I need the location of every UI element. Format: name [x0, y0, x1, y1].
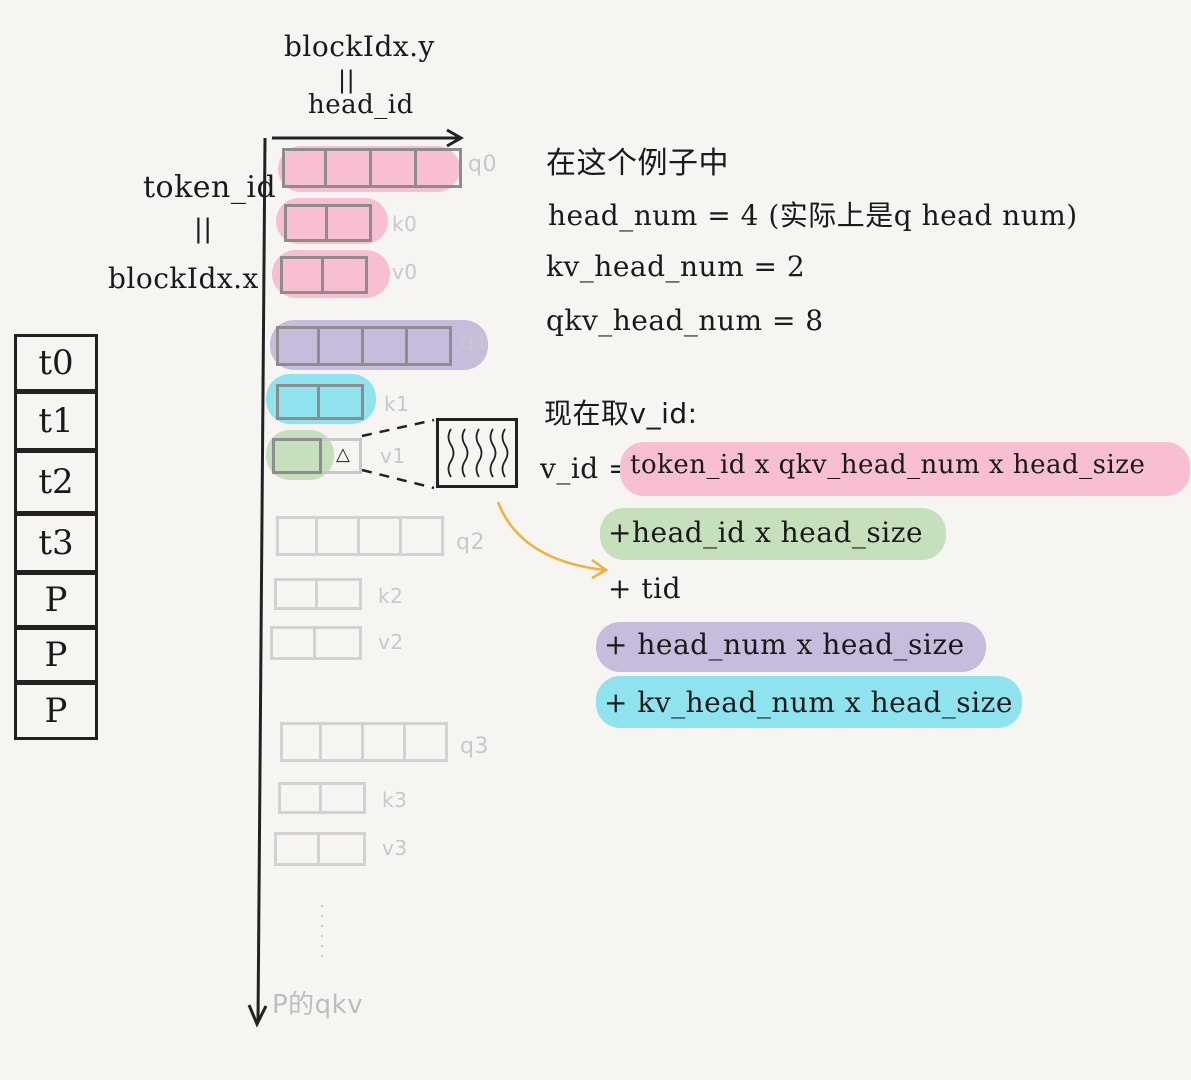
note-title: 在这个例子中 — [546, 146, 729, 181]
formula-term4: + head_num x head_size — [604, 628, 965, 661]
token-cell: t1 — [14, 391, 98, 451]
v0-block — [280, 256, 368, 294]
k1-block — [276, 384, 364, 420]
formula-term5: + kv_head_num x head_size — [604, 686, 1013, 719]
v2-label: v2 — [378, 630, 404, 654]
v3-label: v3 — [382, 836, 408, 860]
k2-block — [274, 578, 362, 610]
note-kv-head-num: kv_head_num = 2 — [546, 250, 806, 283]
q0-label: q0 — [468, 152, 497, 177]
formula-term3: + tid — [608, 572, 681, 605]
token-cell: P — [14, 627, 98, 683]
token-cell: P — [14, 682, 98, 740]
q3-block — [280, 722, 448, 762]
thread-zoom-box — [436, 418, 518, 488]
thread-wave-icon — [447, 428, 509, 478]
token-cell: t3 — [14, 513, 98, 573]
q0-block — [282, 148, 462, 188]
k0-block — [284, 204, 372, 242]
v2-block — [270, 626, 362, 660]
token-cell: P — [14, 572, 98, 628]
q3-label: q3 — [460, 734, 489, 759]
k3-block — [278, 782, 366, 814]
v1-label: v1 — [380, 444, 406, 468]
q2-label: q2 — [456, 530, 485, 555]
k0-label: k0 — [392, 212, 418, 236]
token-cell: t0 — [14, 334, 98, 392]
token-cell: t2 — [14, 450, 98, 514]
k2-label: k2 — [378, 584, 404, 608]
formula-lhs: v_id = — [540, 452, 633, 485]
q1-label: q1 — [460, 330, 489, 355]
v0-label: v0 — [392, 260, 418, 284]
formula-term2: +head_id x head_size — [608, 516, 924, 549]
note-take-vid: 现在取v_id: — [544, 397, 698, 430]
v3-block — [274, 832, 366, 866]
v1-marker: △ — [336, 444, 351, 465]
p-qkv-label: P的qkv — [272, 990, 364, 1020]
k3-label: k3 — [382, 788, 408, 812]
q1-block — [276, 326, 452, 366]
formula-term1: token_id x qkv_head_num x head_size — [630, 450, 1146, 480]
q2-block — [276, 516, 444, 556]
note-qkv-head-num: qkv_head_num = 8 — [546, 304, 824, 337]
k1-label: k1 — [384, 392, 410, 416]
note-head-num: head_num = 4 (实际上是q head num) — [548, 199, 1078, 232]
